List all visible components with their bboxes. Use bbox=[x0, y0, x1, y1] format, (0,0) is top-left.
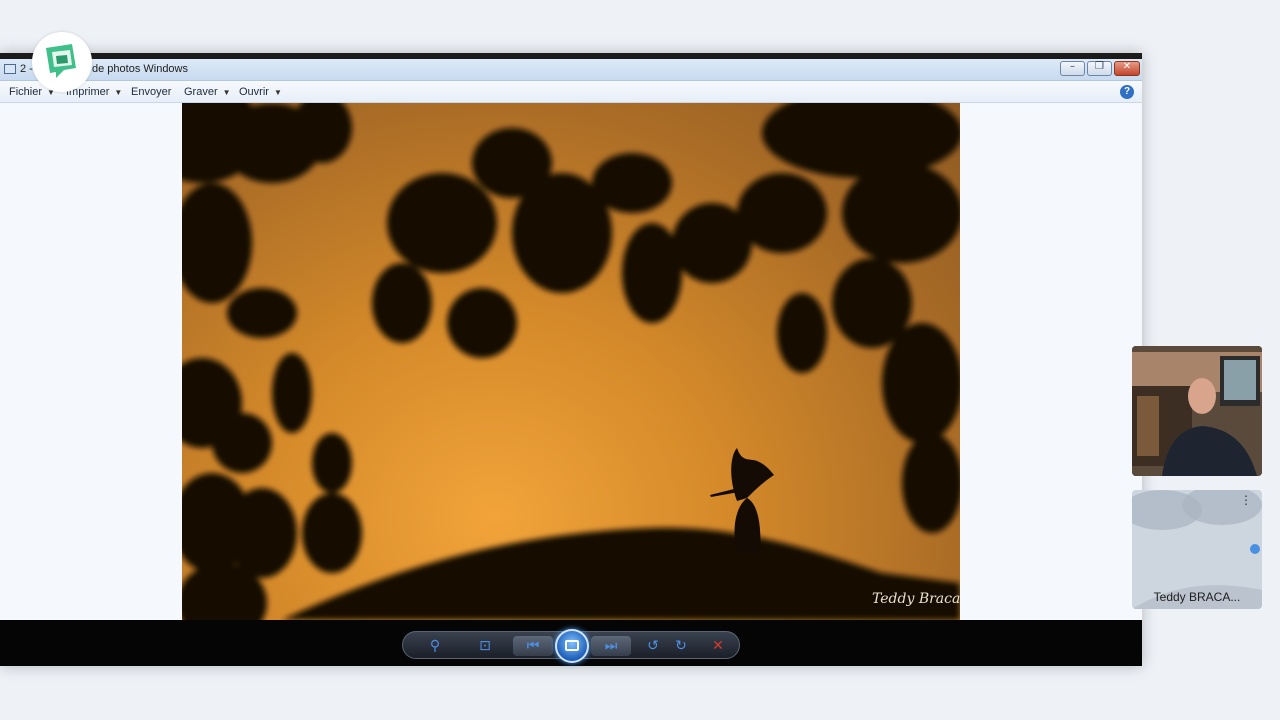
close-button[interactable]: ✕ bbox=[1114, 61, 1140, 76]
menu-graver[interactable]: Graver ▼ bbox=[184, 86, 231, 98]
photo-viewer-app-icon bbox=[4, 64, 16, 74]
menu-ouvrir-label: Ouvrir bbox=[239, 86, 269, 98]
minimize-icon: – bbox=[1070, 61, 1075, 72]
participant-tile[interactable]: ⋮ Teddy BRACA... bbox=[1132, 490, 1262, 609]
slideshow-button[interactable] bbox=[555, 629, 589, 663]
menu-envoyer[interactable]: Envoyer bbox=[131, 86, 171, 98]
help-icon[interactable]: ? bbox=[1120, 85, 1134, 99]
previous-icon: ⏮ bbox=[526, 638, 540, 654]
window-title-prefix: 2 - bbox=[20, 63, 33, 75]
menu-ouvrir[interactable]: Ouvrir ▼ bbox=[239, 86, 282, 98]
chevron-down-icon: ▼ bbox=[222, 88, 231, 97]
chevron-down-icon: ▼ bbox=[114, 88, 123, 97]
image-viewer-area: Teddy Bracard bbox=[0, 103, 1142, 620]
delete-icon[interactable]: ✕ bbox=[708, 636, 728, 656]
participant-name: Teddy BRACA... bbox=[1153, 590, 1241, 604]
restore-icon: ❐ bbox=[1095, 61, 1104, 72]
actual-size-icon[interactable]: ⊡ bbox=[475, 636, 495, 656]
meeting-app-logo bbox=[32, 32, 92, 92]
more-options-icon[interactable]: ⋮ bbox=[1240, 494, 1252, 506]
previous-button[interactable]: ⏮ bbox=[513, 636, 553, 656]
minimize-button[interactable]: – bbox=[1060, 61, 1085, 76]
close-icon: ✕ bbox=[1122, 61, 1132, 72]
viewer-controls: ⚲ ⊡ ⏮ ⏭ ↺ ↻ ✕ bbox=[402, 629, 740, 663]
menu-graver-label: Graver bbox=[184, 86, 218, 98]
window-title: de photos Windows bbox=[92, 63, 188, 75]
restore-button[interactable]: ❐ bbox=[1087, 61, 1112, 76]
chevron-down-icon: ▼ bbox=[273, 88, 282, 97]
participant-video[interactable] bbox=[1132, 346, 1262, 476]
next-button[interactable]: ⏭ bbox=[591, 636, 631, 656]
active-indicator bbox=[1250, 544, 1260, 554]
magnifier-icon[interactable]: ⚲ bbox=[425, 636, 445, 656]
next-icon: ⏭ bbox=[604, 638, 618, 654]
slideshow-icon bbox=[565, 640, 579, 651]
menu-bar: Fichier ▼ Imprimer ▼ Envoyer Graver ▼ Ouvri… bbox=[0, 81, 1142, 103]
photo-hoopoe-sunset: Teddy Bracard bbox=[182, 103, 960, 620]
rotate-cw-icon[interactable]: ↻ bbox=[671, 636, 691, 656]
photo-viewer-window: 2 - de photos Windows – ❐ ✕ Fichier ▼ Imp… bbox=[0, 53, 1142, 666]
viewer-control-bar: ⚲ ⊡ ⏮ ⏭ ↺ ↻ ✕ bbox=[0, 620, 1142, 666]
title-bar: 2 - de photos Windows – ❐ ✕ bbox=[0, 59, 1142, 81]
rotate-ccw-icon[interactable]: ↺ bbox=[643, 636, 663, 656]
photo-signature: Teddy Bracard bbox=[872, 591, 960, 607]
menu-envoyer-label: Envoyer bbox=[131, 86, 172, 98]
